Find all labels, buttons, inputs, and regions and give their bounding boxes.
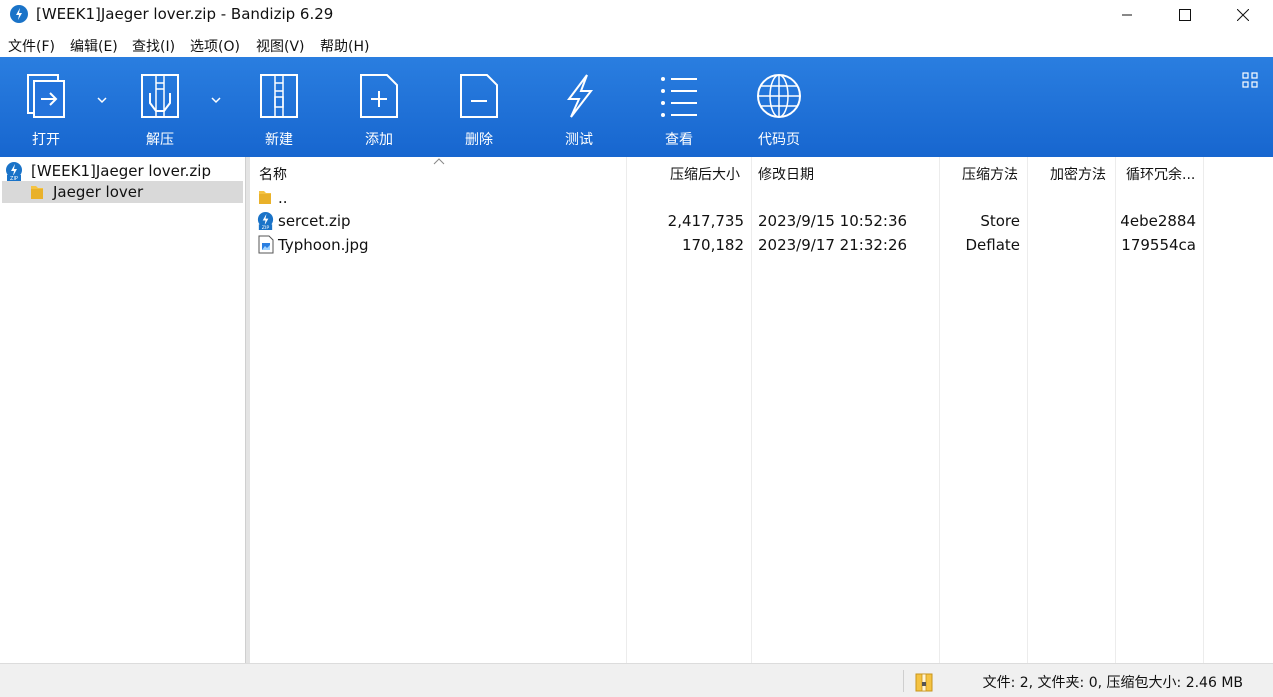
layout-grid-icon[interactable] <box>1242 72 1258 88</box>
window-title: [WEEK1]Jaeger lover.zip - Bandizip 6.29 <box>36 5 334 23</box>
zip-file-icon: ZIP <box>257 211 274 230</box>
maximize-button[interactable] <box>1162 0 1208 30</box>
test-button[interactable]: 测试 <box>539 57 619 157</box>
codepage-label: 代码页 <box>758 132 800 148</box>
image-file-icon <box>258 235 274 254</box>
add-label: 添加 <box>365 132 393 148</box>
file-modified: 2023/9/15 10:52:36 <box>758 212 908 230</box>
open-label: 打开 <box>32 132 60 148</box>
tree-root-label: [WEEK1]Jaeger lover.zip <box>31 162 211 180</box>
close-icon <box>1237 9 1249 21</box>
menu-view[interactable]: 视图(V) <box>256 36 305 56</box>
status-bar: 文件: 2, 文件夹: 0, 压缩包大小: 2.46 MB <box>0 663 1273 697</box>
open-button[interactable]: 打开 <box>6 57 86 157</box>
menu-file[interactable]: 文件(F) <box>8 36 55 56</box>
file-row-parent[interactable]: .. <box>250 186 1273 210</box>
tree-item-jaeger-lover[interactable]: Jaeger lover <box>2 181 243 203</box>
add-file-icon <box>360 74 398 118</box>
view-button[interactable]: 查看 <box>639 57 719 157</box>
new-archive-icon <box>260 74 298 118</box>
zip-archive-icon: ZIP <box>6 162 22 181</box>
add-button[interactable]: 添加 <box>339 57 419 157</box>
bandizip-logo-icon <box>10 5 28 23</box>
menu-options[interactable]: 选项(O) <box>190 36 240 56</box>
file-method: Store <box>980 212 1020 230</box>
view-label: 查看 <box>665 132 693 148</box>
archive-status-icon <box>915 673 933 692</box>
file-size: 170,182 <box>681 236 744 254</box>
new-archive-button[interactable]: 新建 <box>239 57 319 157</box>
delete-file-icon <box>460 74 498 118</box>
file-crc: 179554ca <box>1121 236 1196 254</box>
folder-icon <box>31 186 43 199</box>
tree-child-label: Jaeger lover <box>53 183 144 201</box>
test-label: 测试 <box>565 132 593 148</box>
open-archive-icon <box>27 74 65 118</box>
status-divider <box>903 670 904 692</box>
column-header-crc[interactable]: 循环冗余... <box>1126 164 1195 184</box>
column-header-modified[interactable]: 修改日期 <box>758 164 814 184</box>
svg-text:ZIP: ZIP <box>262 225 270 230</box>
extract-button[interactable]: 解压 <box>120 57 200 157</box>
extract-icon <box>141 74 179 118</box>
test-lightning-icon <box>567 74 594 118</box>
file-name: Typhoon.jpg <box>278 236 369 254</box>
minimize-button[interactable] <box>1104 0 1150 30</box>
column-header-size[interactable]: 压缩后大小 <box>670 164 740 184</box>
codepage-button[interactable]: 代码页 <box>739 57 819 157</box>
extract-dropdown-chevron-icon[interactable] <box>209 93 223 107</box>
delete-label: 删除 <box>465 132 493 148</box>
open-dropdown-chevron-icon[interactable] <box>95 93 109 107</box>
title-bar: [WEEK1]Jaeger lover.zip - Bandizip 6.29 <box>0 0 1273 30</box>
toolbar: 打开 解压 新建 添加 删除 测试 查看 代码页 <box>0 57 1273 157</box>
extract-label: 解压 <box>146 132 174 148</box>
delete-button[interactable]: 删除 <box>439 57 519 157</box>
file-row[interactable]: ZIP sercet.zip 2,417,735 2023/9/15 10:52… <box>250 209 1273 233</box>
file-list: 名称 压缩后大小 修改日期 压缩方法 加密方法 循环冗余... .. ZIP s… <box>250 157 1273 663</box>
status-summary: 文件: 2, 文件夹: 0, 压缩包大小: 2.46 MB <box>982 675 1243 691</box>
minimize-icon <box>1122 14 1132 16</box>
file-size: 2,417,735 <box>667 212 744 230</box>
file-modified: 2023/9/17 21:32:26 <box>758 236 908 254</box>
close-button[interactable] <box>1220 0 1266 30</box>
file-crc: 4ebe2884 <box>1120 212 1196 230</box>
folder-up-icon <box>259 191 271 204</box>
menu-bar: 文件(F) 编辑(E) 查找(I) 选项(O) 视图(V) 帮助(H) <box>0 30 1273 58</box>
column-header-encryption[interactable]: 加密方法 <box>1050 164 1106 184</box>
menu-find[interactable]: 查找(I) <box>132 36 175 56</box>
folder-tree: ZIP [WEEK1]Jaeger lover.zip Jaeger lover <box>0 157 245 663</box>
file-name: sercet.zip <box>278 212 351 230</box>
file-method: Deflate <box>965 236 1020 254</box>
menu-edit[interactable]: 编辑(E) <box>70 36 118 56</box>
file-row[interactable]: Typhoon.jpg 170,182 2023/9/17 21:32:26 D… <box>250 233 1273 257</box>
menu-help[interactable]: 帮助(H) <box>320 36 369 56</box>
column-header-name[interactable]: 名称 <box>259 164 287 184</box>
new-archive-label: 新建 <box>265 132 293 148</box>
sort-ascending-icon <box>433 158 445 165</box>
codepage-globe-icon <box>757 74 801 118</box>
file-name: .. <box>278 189 288 207</box>
maximize-icon <box>1179 9 1191 21</box>
view-list-icon <box>661 77 697 117</box>
column-header-method[interactable]: 压缩方法 <box>962 164 1018 184</box>
